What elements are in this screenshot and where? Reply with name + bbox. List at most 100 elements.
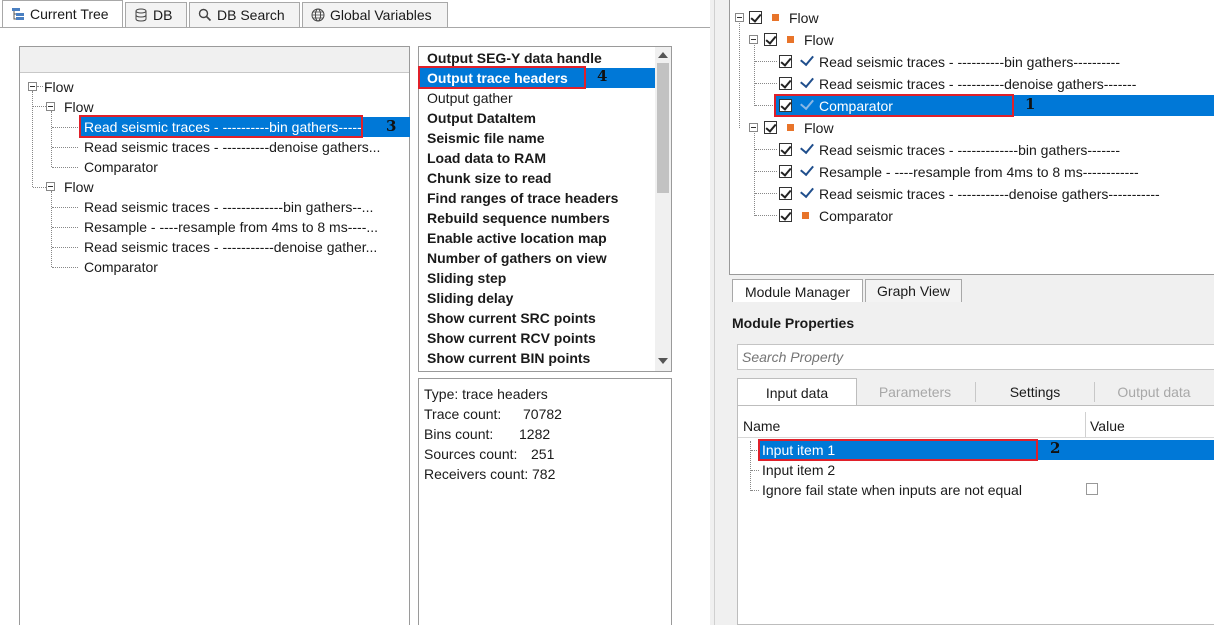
output-item[interactable]: Show current SRC points xyxy=(427,308,596,328)
tab-module-manager[interactable]: Module Manager xyxy=(732,279,863,303)
tree-item-read-bin-gathers[interactable]: Read seismic traces - -------------bin g… xyxy=(84,197,373,217)
right-tree-flow-1[interactable]: Flow xyxy=(804,30,834,50)
annotation-number-2: 2 xyxy=(1050,439,1061,457)
column-header-value[interactable]: Value xyxy=(1090,416,1125,436)
expander-icon[interactable] xyxy=(46,182,55,191)
tree-line xyxy=(52,227,78,228)
expander-icon[interactable] xyxy=(749,35,758,44)
output-item[interactable]: Enable active location map xyxy=(427,228,607,248)
checkbox[interactable] xyxy=(779,55,792,68)
checkbox[interactable] xyxy=(764,121,777,134)
tab-output-data[interactable]: Output data xyxy=(1095,379,1213,405)
tree-item-read-denoise-gathers[interactable]: Read seismic traces - -----------denoise… xyxy=(84,237,377,257)
expander-icon[interactable] xyxy=(735,13,744,22)
tab-db-search[interactable]: DB Search xyxy=(189,2,300,27)
tree-line xyxy=(52,207,78,208)
properties-grid-header xyxy=(738,412,1214,438)
annotation-number-3: 3 xyxy=(386,117,397,135)
output-item[interactable]: Sliding delay xyxy=(427,288,513,308)
right-tree-item-read-denoise-gathers[interactable]: Read seismic traces - ----------denoise … xyxy=(819,74,1136,94)
expander-icon[interactable] xyxy=(749,123,758,132)
output-item[interactable]: Rebuild sequence numbers xyxy=(427,208,610,228)
annotation-number-1: 1 xyxy=(1025,95,1036,113)
tab-input-data[interactable]: Input data xyxy=(737,378,857,406)
module-properties-title: Module Properties xyxy=(732,315,855,331)
tree-item-read-denoise-gathers[interactable]: Read seismic traces - ----------denoise … xyxy=(84,137,380,157)
property-row-ignore-fail-state[interactable]: Ignore fail state when inputs are not eq… xyxy=(762,480,1022,500)
checkbox[interactable] xyxy=(779,187,792,200)
right-tree-root-flow[interactable]: Flow xyxy=(789,8,819,28)
info-bins-count-value: 1282 xyxy=(519,426,551,442)
expander-icon[interactable] xyxy=(28,82,37,91)
tab-label: Module Manager xyxy=(744,283,851,300)
tab-global-variables[interactable]: Global Variables xyxy=(302,2,448,27)
tree-line xyxy=(33,106,46,107)
checkbox[interactable] xyxy=(749,11,762,24)
column-header-name[interactable]: Name xyxy=(743,416,780,436)
search-property-input[interactable] xyxy=(737,344,1214,370)
tree-line xyxy=(51,191,52,267)
tree-line xyxy=(755,61,777,62)
tree-item-comparator[interactable]: Comparator xyxy=(84,157,158,177)
checkbox[interactable] xyxy=(779,77,792,90)
tree-item-comparator[interactable]: Comparator xyxy=(84,257,158,277)
property-row-input-item-2[interactable]: Input item 2 xyxy=(762,460,835,480)
flow-tree-panel[interactable] xyxy=(729,0,1214,275)
flow-marker-icon xyxy=(772,14,779,21)
tab-label: DB Search xyxy=(217,7,285,23)
checkbox[interactable] xyxy=(764,33,777,46)
output-item[interactable]: Find ranges of trace headers xyxy=(427,188,618,208)
tree-root-flow[interactable]: Flow xyxy=(44,77,74,97)
right-tree-item-read-denoise-gathers[interactable]: Read seismic traces - -----------denoise… xyxy=(819,184,1160,204)
tab-graph-view[interactable]: Graph View xyxy=(865,279,962,302)
expander-icon[interactable] xyxy=(46,102,55,111)
right-tree-item-resample[interactable]: Resample - ----resample from 4ms to 8 ms… xyxy=(819,162,1139,182)
tree-icon xyxy=(12,8,24,20)
checkbox[interactable] xyxy=(779,165,792,178)
tab-label: Output data xyxy=(1117,384,1191,400)
tab-parameters[interactable]: Parameters xyxy=(857,379,973,405)
database-icon xyxy=(135,8,147,22)
tree-item-resample[interactable]: Resample - ----resample from 4ms to 8 ms… xyxy=(84,217,378,237)
tree-line xyxy=(751,490,759,491)
vertical-splitter[interactable] xyxy=(710,0,729,625)
output-item[interactable]: Chunk size to read xyxy=(427,168,551,188)
tree-line xyxy=(37,86,43,87)
annotation-box-1 xyxy=(774,94,1014,117)
output-item[interactable]: Show current RCV points xyxy=(427,328,596,348)
right-tree-flow-2[interactable]: Flow xyxy=(804,118,834,138)
output-item[interactable]: Show current BIN points xyxy=(427,348,590,368)
tree-line xyxy=(52,127,78,128)
tree-line xyxy=(51,111,52,167)
ignore-fail-state-checkbox[interactable] xyxy=(1086,483,1098,495)
scroll-down-icon[interactable] xyxy=(658,358,668,364)
right-tree-item-comparator[interactable]: Comparator xyxy=(819,206,893,226)
tree-flow-1[interactable]: Flow xyxy=(64,97,94,117)
right-tree-item-read-bin-gathers[interactable]: Read seismic traces - ----------bin gath… xyxy=(819,52,1120,72)
tree-line xyxy=(750,441,751,491)
tab-current-tree[interactable]: Current Tree xyxy=(2,0,123,27)
output-item[interactable]: Number of gathers on view xyxy=(427,248,607,268)
tree-flow-2[interactable]: Flow xyxy=(64,177,94,197)
flow-marker-icon xyxy=(787,36,794,43)
outputs-scroll-thumb[interactable] xyxy=(657,63,669,193)
tab-settings[interactable]: Settings xyxy=(976,379,1094,405)
checkbox[interactable] xyxy=(779,143,792,156)
checkbox[interactable] xyxy=(779,209,792,222)
column-separator xyxy=(1085,412,1086,437)
output-item[interactable]: Output gather xyxy=(427,88,513,108)
tree-line xyxy=(52,267,78,268)
tab-db[interactable]: DB xyxy=(125,2,187,27)
annotation-box-4 xyxy=(418,66,586,89)
output-item[interactable]: Load data to RAM xyxy=(427,148,546,168)
output-item[interactable]: Output SEG-Y data handle xyxy=(427,48,602,68)
tree-line xyxy=(52,147,78,148)
flow-marker-icon xyxy=(787,124,794,131)
info-receivers-count-value: 782 xyxy=(532,466,556,482)
tree-line xyxy=(52,167,78,168)
output-item[interactable]: Sliding step xyxy=(427,268,506,288)
output-item[interactable]: Output DataItem xyxy=(427,108,536,128)
right-tree-item-read-bin-gathers[interactable]: Read seismic traces - -------------bin g… xyxy=(819,140,1120,160)
output-item[interactable]: Seismic file name xyxy=(427,128,545,148)
scroll-up-icon[interactable] xyxy=(658,52,668,58)
